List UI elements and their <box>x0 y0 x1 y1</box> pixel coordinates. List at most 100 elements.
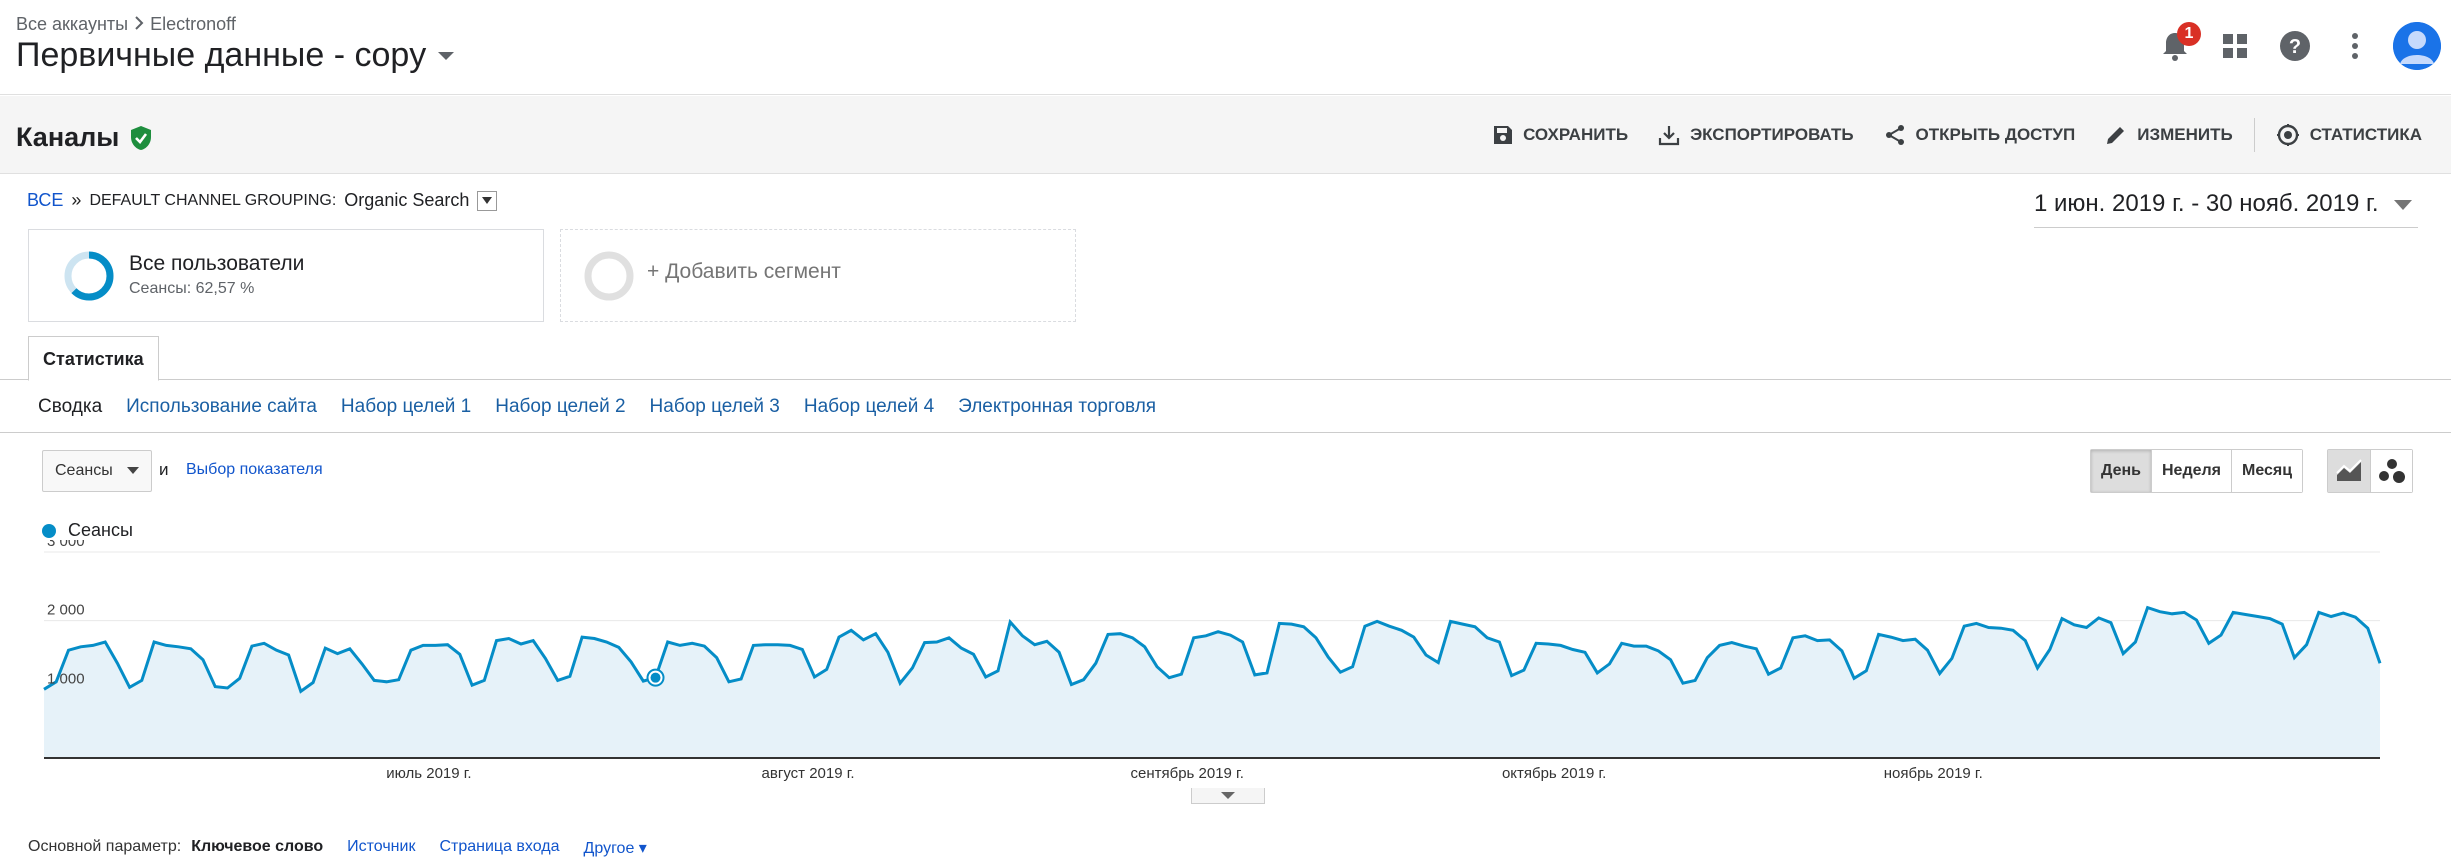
line-chart-icon <box>2336 459 2362 481</box>
x-tick-label: ноябрь 2019 г. <box>1884 765 1983 782</box>
chart-type-toggle <box>2327 449 2413 493</box>
notifications-button[interactable]: 1 <box>2145 18 2205 74</box>
segment-sessions-share: Сеансы: 62,57 % <box>129 280 255 297</box>
drilldown-breadcrumb: ВСЕ » DEFAULT CHANNEL GROUPING: Organic … <box>27 190 498 211</box>
caret-down-icon <box>482 197 493 204</box>
drill-dropdown[interactable] <box>477 190 498 211</box>
download-icon <box>1658 126 1680 146</box>
granularity-day[interactable]: День <box>2091 450 2151 492</box>
insights-icon <box>2276 124 2299 146</box>
x-tick-label: август 2019 г. <box>762 765 855 782</box>
insights-button[interactable]: СТАТИСТИКА <box>2261 118 2437 152</box>
x-tick-label: октябрь 2019 г. <box>1502 765 1606 782</box>
granularity-week[interactable]: Неделя <box>2151 450 2232 492</box>
report-tabs: Статистика <box>0 336 2451 381</box>
top-icons: 1 ? <box>2145 18 2451 74</box>
tab-explorer[interactable]: Статистика <box>28 336 159 381</box>
verified-shield-icon <box>131 125 152 150</box>
breadcrumb-account[interactable]: Electronoff <box>150 14 236 35</box>
empty-segment-icon <box>584 251 634 301</box>
subtab-goal-set-1[interactable]: Набор целей 1 <box>341 396 471 418</box>
date-range-text: 1 июн. 2019 г. - 30 нояб. 2019 г. <box>2034 190 2379 217</box>
primary-dimension-other[interactable]: Другое ▾ <box>584 838 647 858</box>
pencil-icon <box>2107 127 2125 144</box>
drill-value: Organic Search <box>344 190 470 210</box>
x-tick-label: июль 2019 г. <box>386 765 471 782</box>
explorer-subtabs: Сводка Использование сайта Набор целей 1… <box>0 381 2451 433</box>
chevron-right-icon <box>134 14 144 35</box>
report-header: Каналы СОХРАНИТЬ ЭКСПОРТИРОВАТЬ ОТКРЫТЬ … <box>0 96 2451 174</box>
notification-badge: 1 <box>2177 22 2201 46</box>
drill-all-link[interactable]: ВСЕ <box>27 190 63 211</box>
more-menu-button[interactable] <box>2325 18 2385 74</box>
add-segment-button[interactable]: + Добавить сегмент <box>560 229 1076 322</box>
caret-down-icon <box>2394 200 2413 210</box>
share-icon <box>1885 125 1904 145</box>
segment-all-users[interactable]: Все пользователи Сеансы: 62,57 % <box>28 229 544 322</box>
sessions-chart[interactable]: 3 000 2 000 1 000 июль 2019 г. август 2019 … <box>0 540 2451 790</box>
subtab-goal-set-4[interactable]: Набор целей 4 <box>804 396 934 418</box>
x-tick-label: сентябрь 2019 г. <box>1130 765 1243 782</box>
export-button[interactable]: ЭКСПОРТИРОВАТЬ <box>1643 118 1868 152</box>
view-selector[interactable]: Первичные данные - copy <box>16 36 455 75</box>
choose-metric-link[interactable]: Выбор показателя <box>186 461 323 479</box>
granularity-toggle: День Неделя Месяц <box>2090 449 2304 493</box>
divider <box>2253 118 2255 152</box>
metric-select-value: Сеансы <box>55 462 113 479</box>
view-title: Первичные данные - copy <box>16 36 427 74</box>
caret-down-icon <box>126 467 139 474</box>
segment-donut-icon <box>64 251 114 301</box>
chart-resize-handle[interactable] <box>1191 788 1265 804</box>
and-label: и <box>159 460 169 479</box>
help-button[interactable]: ? <box>2265 18 2325 74</box>
line-chart-button[interactable] <box>2328 450 2370 492</box>
drill-separator: » <box>71 190 82 210</box>
sessions-area <box>44 607 2380 758</box>
svg-text:?: ? <box>2289 36 2301 58</box>
drill-dimension: DEFAULT CHANNEL GROUPING: <box>89 191 337 209</box>
help-icon: ? <box>2280 31 2310 61</box>
date-range-picker[interactable]: 1 июн. 2019 г. - 30 нояб. 2019 г. <box>2034 190 2418 228</box>
add-segment-label: + Добавить сегмент <box>647 260 841 283</box>
share-button[interactable]: ОТКРЫТЬ ДОСТУП <box>1869 118 2091 152</box>
x-axis-labels: июль 2019 г. август 2019 г. сентябрь 2019 … <box>386 765 1983 782</box>
chart-legend: Сеансы <box>42 520 133 541</box>
more-vert-icon <box>2352 33 2358 59</box>
apps-grid-icon <box>2223 34 2247 58</box>
segment-name: Все пользователи <box>129 252 305 275</box>
subtab-site-usage[interactable]: Использование сайта <box>126 396 317 418</box>
report-title-wrap: Каналы <box>16 122 153 153</box>
save-button[interactable]: СОХРАНИТЬ <box>1478 118 1643 152</box>
bubbles-icon <box>2378 459 2405 483</box>
chevron-down-icon <box>438 51 455 60</box>
report-title: Каналы <box>16 122 120 152</box>
caret-down-icon <box>1221 791 1235 799</box>
top-bar: Все аккаунты Electronoff Первичные данны… <box>0 0 2451 95</box>
y-tick-label: 3 000 <box>47 540 85 550</box>
primary-dimension-landing-page[interactable]: Страница входа <box>439 838 559 858</box>
report-actions: СОХРАНИТЬ ЭКСПОРТИРОВАТЬ ОТКРЫТЬ ДОСТУП … <box>1478 118 2437 152</box>
chart-marker-layer <box>646 668 665 687</box>
primary-dimension-bar: Основной параметр: Ключевое слово Источн… <box>28 838 647 858</box>
account-breadcrumb[interactable]: Все аккаунты Electronoff <box>16 14 236 35</box>
granularity-month[interactable]: Месяц <box>2231 450 2303 492</box>
subtab-ecommerce[interactable]: Электронная торговля <box>958 396 1156 418</box>
legend-label: Сеансы <box>68 520 133 540</box>
chart-area-layer <box>43 605 2382 759</box>
primary-dimension-current: Ключевое слово <box>191 838 324 855</box>
y-tick-label: 1 000 <box>47 670 85 687</box>
user-avatar-icon <box>2393 22 2441 70</box>
legend-swatch <box>42 523 56 538</box>
breadcrumb-root[interactable]: Все аккаунты <box>16 14 128 35</box>
hover-point-core <box>650 672 661 683</box>
subtab-goal-set-2[interactable]: Набор целей 2 <box>495 396 625 418</box>
apps-button[interactable] <box>2205 18 2265 74</box>
motion-chart-button[interactable] <box>2370 450 2412 492</box>
edit-button[interactable]: ИЗМЕНИТЬ <box>2090 118 2247 152</box>
subtab-summary[interactable]: Сводка <box>38 396 102 418</box>
subtab-goal-set-3[interactable]: Набор целей 3 <box>650 396 780 418</box>
primary-dimension-source[interactable]: Источник <box>347 838 415 858</box>
avatar[interactable] <box>2393 22 2441 70</box>
metric-select[interactable]: Сеансы <box>42 450 152 492</box>
save-icon <box>1494 126 1513 144</box>
